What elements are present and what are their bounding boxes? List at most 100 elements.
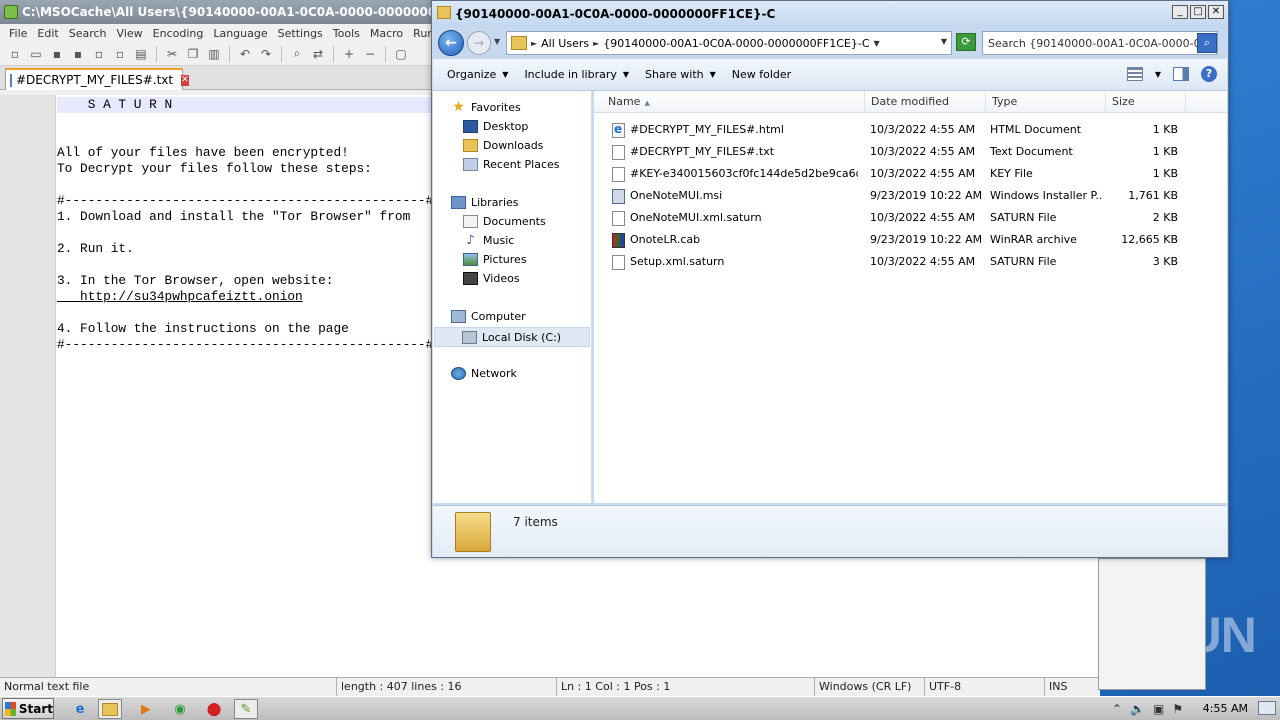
action-center-flag-icon[interactable]: ⚑ (1172, 702, 1183, 716)
nav-pictures[interactable]: Pictures (463, 253, 527, 266)
change-view-icon[interactable] (1126, 67, 1143, 81)
close-file-icon[interactable]: ▫ (90, 45, 108, 63)
tab-decrypt-file[interactable]: #DECRYPT_MY_FILES#.txt ✕ (5, 68, 189, 90)
background-window-panel (1098, 558, 1206, 690)
menu-item[interactable]: View (112, 27, 148, 40)
zoom-in-icon[interactable]: + (340, 45, 358, 63)
preview-pane-icon[interactable] (1173, 67, 1189, 81)
maximize-button[interactable]: □ (1190, 5, 1206, 19)
menu-item[interactable]: Settings (273, 27, 328, 40)
nav-downloads[interactable]: Downloads (463, 139, 543, 152)
msi-file-icon (612, 189, 625, 204)
back-button[interactable]: ← (438, 30, 464, 56)
file-row[interactable]: OneNoteMUI.xml.saturn 10/3/2022 4:55 AM SA… (594, 207, 1227, 229)
redo-icon[interactable]: ↷ (257, 45, 275, 63)
opera-icon[interactable]: ⬤ (202, 699, 226, 719)
zoom-out-icon[interactable]: − (361, 45, 379, 63)
nav-documents[interactable]: Documents (463, 215, 546, 228)
help-icon[interactable]: ? (1201, 66, 1217, 82)
menu-item[interactable]: Edit (32, 27, 63, 40)
minimize-button[interactable]: _ (1172, 5, 1188, 19)
file-explorer-taskbar-icon[interactable] (98, 699, 122, 719)
chevron-right-icon[interactable]: ► (531, 39, 537, 48)
file-row[interactable]: #KEY-e340015603cf0fc144de5d2be9ca6d09...… (594, 163, 1227, 185)
nav-network[interactable]: Network (451, 367, 517, 380)
internet-explorer-icon[interactable]: e (68, 699, 92, 719)
column-type[interactable]: Type (986, 91, 1106, 113)
text-line: 1. Download and install the "Tor Browser… (57, 209, 411, 224)
forward-button[interactable]: → (467, 31, 491, 55)
start-button[interactable]: Start (2, 698, 54, 719)
refresh-button[interactable]: ⟳ (956, 33, 976, 51)
file-row[interactable]: #DECRYPT_MY_FILES#.txt 10/3/2022 4:55 AM T… (594, 141, 1227, 163)
onion-link[interactable]: http://su34pwhpcafeiztt.onion (57, 289, 303, 305)
nav-music[interactable]: ♪ Music (463, 234, 514, 247)
new-folder-button[interactable]: New folder (724, 68, 799, 81)
explorer-window: {90140000-00A1-0C0A-0000-0000000FF1CE}-C… (431, 0, 1229, 558)
save-icon[interactable]: ▪ (48, 45, 66, 63)
new-file-icon[interactable]: ▫ (6, 45, 24, 63)
nav-computer[interactable]: Computer (451, 310, 526, 323)
close-button[interactable]: ✕ (1208, 5, 1224, 19)
clock[interactable]: 4:55 AM (1203, 702, 1248, 715)
chevron-right-icon[interactable]: ► (593, 39, 599, 48)
status-encoding: UTF-8 (924, 678, 1044, 697)
find-icon[interactable]: ⌕ (288, 45, 306, 63)
column-name[interactable]: Name ▲ (594, 91, 865, 113)
replace-icon[interactable]: ⇄ (309, 45, 327, 63)
close-tab-icon[interactable]: ✕ (181, 74, 189, 86)
nav-desktop[interactable]: Desktop (463, 120, 528, 133)
search-icon[interactable]: ⌕ (1197, 33, 1217, 53)
organize-menu[interactable]: Organize ▼ (439, 68, 516, 81)
close-all-icon[interactable]: ▫ (111, 45, 129, 63)
column-size[interactable]: Size (1106, 91, 1186, 113)
menu-item[interactable]: File (4, 27, 32, 40)
notepad-plus-plus-taskbar-icon[interactable]: ✎ (234, 699, 258, 719)
open-file-icon[interactable]: ▭ (27, 45, 45, 63)
show-hidden-icons-icon[interactable]: ⌃ (1112, 702, 1122, 716)
address-history-dropdown[interactable]: ▼ (941, 37, 947, 46)
file-row[interactable]: #DECRYPT_MY_FILES#.html 10/3/2022 4:55 AM… (594, 119, 1227, 141)
toolbar-separator (229, 45, 230, 62)
file-row[interactable]: OnoteLR.cab 9/23/2019 10:22 AM WinRAR arch… (594, 229, 1227, 251)
chevron-down-icon[interactable]: ▼ (874, 39, 880, 48)
menu-item[interactable]: Search (64, 27, 112, 40)
save-all-icon[interactable]: ▪ (69, 45, 87, 63)
media-player-icon[interactable]: ▶ (134, 699, 158, 719)
network-tray-icon[interactable]: ▣ (1153, 702, 1164, 716)
column-date-modified[interactable]: Date modified (865, 91, 986, 113)
undo-icon[interactable]: ↶ (236, 45, 254, 63)
volume-icon[interactable]: 🔈 (1130, 702, 1145, 716)
address-bar[interactable]: ► All Users ► {90140000-00A1-0C0A-0000-0… (506, 31, 952, 55)
nav-favorites[interactable]: ★ Favorites (451, 100, 520, 114)
menu-item[interactable]: Macro (365, 27, 408, 40)
print-icon[interactable]: ▤ (132, 45, 150, 63)
cut-icon[interactable]: ✂ (163, 45, 181, 63)
nav-videos[interactable]: Videos (463, 272, 520, 285)
toolbar-separator (385, 45, 386, 62)
search-input[interactable]: Search {90140000-00A1-0C0A-0000-0... ⌕ (982, 31, 1218, 55)
nav-libraries[interactable]: Libraries (451, 196, 519, 209)
file-row[interactable]: Setup.xml.saturn 10/3/2022 4:55 AM SATURN … (594, 251, 1227, 273)
chevron-down-icon[interactable]: ▼ (1155, 70, 1161, 79)
local-disk-icon (462, 330, 477, 344)
menu-item[interactable]: Language (208, 27, 272, 40)
sync-scroll-icon[interactable]: ▢ (392, 45, 410, 63)
file-row[interactable]: OneNoteMUI.msi 9/23/2019 10:22 AM Windows … (594, 185, 1227, 207)
paste-icon[interactable]: ▥ (205, 45, 223, 63)
chrome-icon[interactable]: ◉ (168, 699, 192, 719)
show-desktop-button[interactable] (1258, 701, 1276, 715)
explorer-title-bar[interactable]: {90140000-00A1-0C0A-0000-0000000FF1CE}-C… (432, 1, 1228, 27)
breadcrumb-current-folder[interactable]: {90140000-00A1-0C0A-0000-0000000FF1CE}-C (603, 37, 869, 50)
nav-recent-places[interactable]: Recent Places (463, 158, 560, 171)
recent-pages-dropdown[interactable]: ▼ (494, 37, 500, 46)
include-in-library-menu[interactable]: Include in library ▼ (516, 68, 637, 81)
file-type: Windows Installer P... (990, 189, 1102, 202)
share-with-menu[interactable]: Share with ▼ (637, 68, 724, 81)
breadcrumb-all-users[interactable]: All Users (541, 37, 589, 50)
file-type: WinRAR archive (990, 233, 1077, 246)
copy-icon[interactable]: ❐ (184, 45, 202, 63)
menu-item[interactable]: Encoding (148, 27, 209, 40)
menu-item[interactable]: Tools (328, 27, 365, 40)
nav-local-disk[interactable]: Local Disk (C:) (434, 327, 590, 347)
